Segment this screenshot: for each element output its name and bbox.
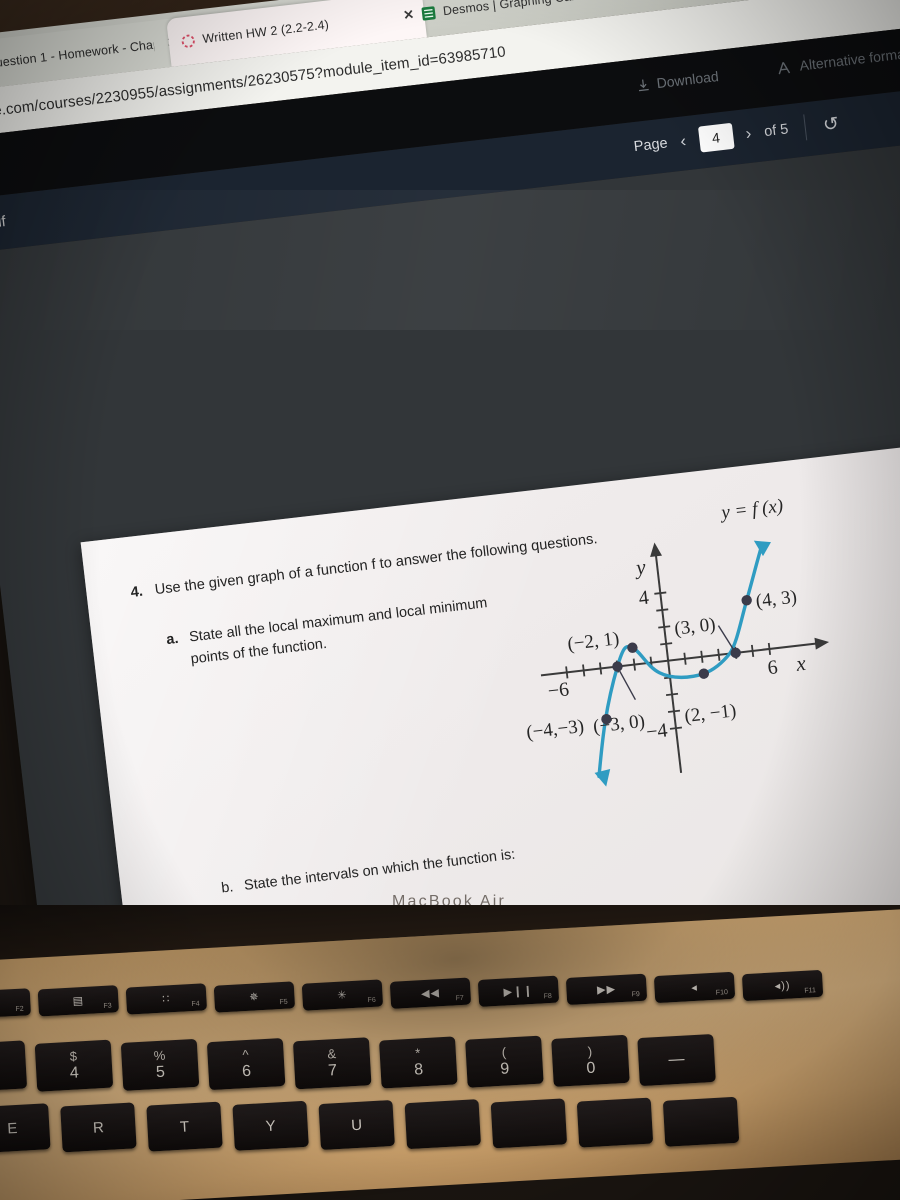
- label-neg2-1: (−2, 1): [566, 628, 620, 655]
- accessibility-a-icon: [778, 61, 791, 74]
- label-2-neg1: (2, −1): [683, 700, 737, 727]
- alternative-formats-label: Alternative forma: [798, 45, 900, 74]
- point-2-neg1: [698, 668, 710, 679]
- label-4-3: (4, 3): [755, 587, 798, 613]
- loading-spinner-icon: [181, 34, 195, 48]
- curve-arrow-upper: [753, 540, 771, 557]
- function-label: y = f (x): [720, 495, 785, 524]
- toolbar-divider: [803, 114, 808, 141]
- pdf-filename: e.pdf: [0, 212, 7, 234]
- xtick-neg6-label: −6: [547, 678, 571, 702]
- download-button[interactable]: Download: [636, 68, 720, 93]
- question-4-part-a: a. State all the local maximum and local…: [165, 591, 498, 673]
- download-arrow-icon: [638, 78, 649, 91]
- page-number-input[interactable]: 4: [697, 122, 735, 153]
- x-axis-label: x: [794, 651, 808, 676]
- label-neg4-neg3: (−4,−3): [525, 716, 585, 744]
- question-4-number: 4.: [129, 583, 144, 601]
- tab-title: Question 1 - Homework - Chap: [0, 37, 155, 72]
- alternative-formats-button[interactable]: Alternative forma: [775, 46, 900, 77]
- part-a-label: a.: [165, 630, 180, 649]
- next-page-button[interactable]: ›: [745, 124, 753, 145]
- function-graph-figure: −6 6 x 4 −4 y (−4,−3) (−3, 0) (−2, 1) (2…: [525, 540, 830, 787]
- page-total-label: of 5: [763, 121, 790, 141]
- browser-window: Question 1 - Homework - Chap ✕ Written H…: [0, 0, 900, 1199]
- part-b-text: State the intervals on which the functio…: [243, 846, 517, 894]
- y-axis-label: y: [633, 555, 648, 580]
- download-label: Download: [655, 68, 720, 92]
- laptop-keyboard-deck: ☀ F2 ▤ F3 ∷ F4 ✵ F5 ✳ F6 ◀◀ F7: [0, 905, 900, 1200]
- point-4-3: [741, 595, 752, 606]
- question-4-part-b: b. State the intervals on which the func…: [220, 847, 516, 897]
- viewer-canvas: 4. Use the given graph of a function f t…: [0, 133, 900, 1199]
- label-3-0: (3, 0): [673, 614, 716, 640]
- ytick-4-label: 4: [638, 587, 650, 610]
- photo-of-laptop-screen: Question 1 - Homework - Chap ✕ Written H…: [0, 0, 900, 1200]
- page-navigation: Page ‹ 4 › of 5 ↺: [632, 111, 840, 161]
- tab-title: Written HW 2 (2.2-2.4): [201, 17, 330, 47]
- point-neg3-0: [612, 661, 623, 672]
- ytick-neg4-label: −4: [645, 719, 669, 743]
- function-curve: [597, 544, 764, 779]
- reload-icon[interactable]: ↺: [822, 112, 840, 137]
- curve-arrow-lower: [594, 769, 611, 787]
- prev-page-button[interactable]: ‹: [679, 131, 687, 152]
- desmos-icon: [421, 5, 436, 20]
- part-b-label: b.: [220, 879, 235, 897]
- xtick-6-label: 6: [766, 656, 778, 679]
- label-neg3-0: (−3, 0): [592, 711, 646, 738]
- page-label: Page: [632, 135, 669, 156]
